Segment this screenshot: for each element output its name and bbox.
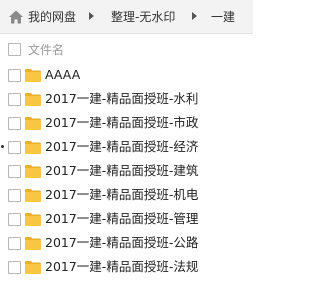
list-item[interactable]: 2017一建-精品面授班-建筑: [0, 159, 253, 183]
folder-icon: [24, 115, 42, 131]
row-checkbox[interactable]: [8, 189, 21, 202]
file-name[interactable]: 2017一建-精品面授班-市政: [45, 114, 198, 132]
folder-icon: [24, 91, 42, 107]
row-marker-dot: [1, 145, 4, 148]
chevron-right-icon: [192, 12, 197, 20]
breadcrumb-item-current[interactable]: 一建: [211, 9, 235, 25]
column-header-filename[interactable]: 文件名: [28, 42, 64, 58]
list-item[interactable]: 2017一建-精品面授班-机电: [0, 183, 253, 207]
list-item[interactable]: 2017一建-精品面授班-法规: [0, 255, 253, 279]
breadcrumb-item-folder[interactable]: 整理-无水印: [111, 9, 175, 25]
folder-icon: [24, 187, 42, 203]
file-name[interactable]: 2017一建-精品面授班-机电: [45, 186, 198, 204]
row-checkbox[interactable]: [8, 165, 21, 178]
file-name[interactable]: 2017一建-精品面授班-管理: [45, 210, 198, 228]
breadcrumb-item-my-drive[interactable]: 我的网盘: [28, 9, 76, 25]
breadcrumb: 我的网盘 整理-无水印 一建: [0, 0, 253, 34]
folder-icon: [24, 139, 42, 155]
file-name[interactable]: 2017一建-精品面授班-建筑: [45, 162, 198, 180]
list-header: 文件名: [0, 36, 253, 62]
folder-icon: [24, 235, 42, 251]
file-name[interactable]: 2017一建-精品面授班-经济: [45, 138, 198, 156]
file-name[interactable]: 2017一建-精品面授班-法规: [45, 258, 198, 276]
list-item[interactable]: AAAA: [0, 63, 253, 87]
list-item[interactable]: 2017一建-精品面授班-经济: [0, 135, 253, 159]
folder-icon: [24, 163, 42, 179]
row-checkbox[interactable]: [8, 213, 21, 226]
chevron-right-icon: [89, 12, 94, 20]
select-all-checkbox[interactable]: [8, 43, 21, 56]
row-checkbox[interactable]: [8, 69, 21, 82]
row-checkbox[interactable]: [8, 141, 21, 154]
file-name[interactable]: 2017一建-精品面授班-公路: [45, 234, 198, 252]
row-checkbox[interactable]: [8, 117, 21, 130]
file-name[interactable]: AAAA: [45, 66, 80, 84]
list-item[interactable]: 2017一建-精品面授班-管理: [0, 207, 253, 231]
row-checkbox[interactable]: [8, 237, 21, 250]
folder-icon: [24, 259, 42, 275]
file-name[interactable]: 2017一建-精品面授班-水利: [45, 90, 198, 108]
list-item[interactable]: 2017一建-精品面授班-市政: [0, 111, 253, 135]
list-item[interactable]: 2017一建-精品面授班-公路: [0, 231, 253, 255]
list-item[interactable]: 2017一建-精品面授班-水利: [0, 87, 253, 111]
home-icon[interactable]: [8, 9, 24, 25]
folder-icon: [24, 211, 42, 227]
row-checkbox[interactable]: [8, 261, 21, 274]
row-checkbox[interactable]: [8, 93, 21, 106]
folder-icon: [24, 67, 42, 83]
